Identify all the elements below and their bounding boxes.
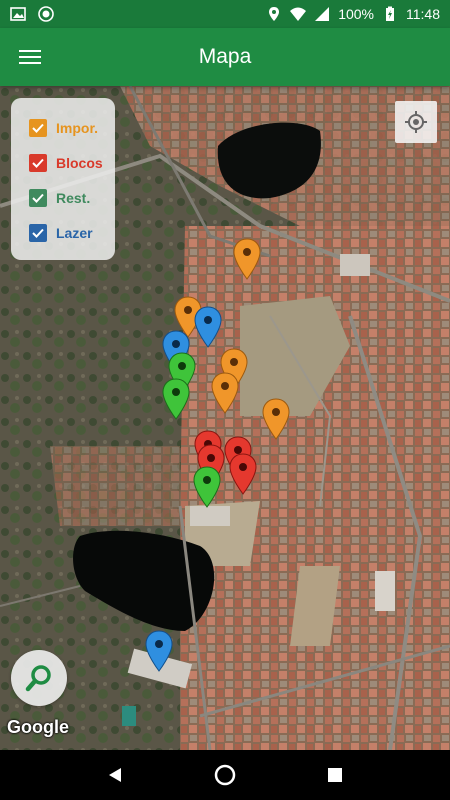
search-button[interactable] xyxy=(11,650,67,706)
map-marker-leisure[interactable] xyxy=(145,630,173,672)
checkbox-checked-icon[interactable] xyxy=(29,188,47,207)
location-icon xyxy=(266,6,282,22)
recents-button[interactable] xyxy=(315,755,355,795)
system-nav-bar xyxy=(0,750,450,800)
circle-app-icon xyxy=(38,6,54,22)
battery-charging-icon xyxy=(382,6,398,22)
filter-label: Lazer xyxy=(56,224,93,241)
menu-button[interactable] xyxy=(0,28,60,86)
status-bar: 100% 11:48 xyxy=(0,0,450,28)
image-icon xyxy=(10,6,26,22)
hamburger-menu-icon xyxy=(19,46,41,68)
map-marker-blocks[interactable] xyxy=(229,453,257,495)
filter-leisure[interactable]: Lazer xyxy=(29,215,115,250)
signal-icon xyxy=(314,6,330,22)
home-button[interactable] xyxy=(205,755,245,795)
filter-label: Blocos xyxy=(56,154,103,171)
home-icon xyxy=(214,764,236,786)
checkbox-checked-icon[interactable] xyxy=(29,223,47,242)
filter-important[interactable]: Impor. xyxy=(29,110,115,145)
checkbox-checked-icon[interactable] xyxy=(29,153,47,172)
map-marker-important[interactable] xyxy=(262,398,290,440)
my-location-button[interactable] xyxy=(395,101,437,143)
filter-label: Rest. xyxy=(56,189,91,206)
map-marker-leisure[interactable] xyxy=(194,306,222,348)
filter-label: Impor. xyxy=(56,119,99,136)
category-filter-panel: Impor. Blocos Rest. Lazer xyxy=(11,98,115,260)
search-icon xyxy=(25,665,51,692)
map-marker-important[interactable] xyxy=(211,372,239,414)
battery-percent: 100% xyxy=(338,6,374,22)
filter-blocks[interactable]: Blocos xyxy=(29,145,115,180)
map-attribution: Google xyxy=(7,717,69,737)
map-marker-important[interactable] xyxy=(233,238,261,280)
back-button[interactable] xyxy=(95,755,135,795)
map-marker-restaurant[interactable] xyxy=(162,378,190,420)
wifi-icon xyxy=(290,6,307,22)
recents-icon xyxy=(328,768,342,782)
checkbox-checked-icon[interactable] xyxy=(29,118,47,137)
filter-restaurants[interactable]: Rest. xyxy=(29,180,115,215)
back-icon xyxy=(109,768,121,782)
page-title: Mapa xyxy=(198,45,252,68)
app-bar: Mapa xyxy=(0,28,450,86)
clock: 11:48 xyxy=(406,6,440,22)
map-marker-restaurant[interactable] xyxy=(193,466,221,508)
my-location-icon xyxy=(405,111,427,133)
